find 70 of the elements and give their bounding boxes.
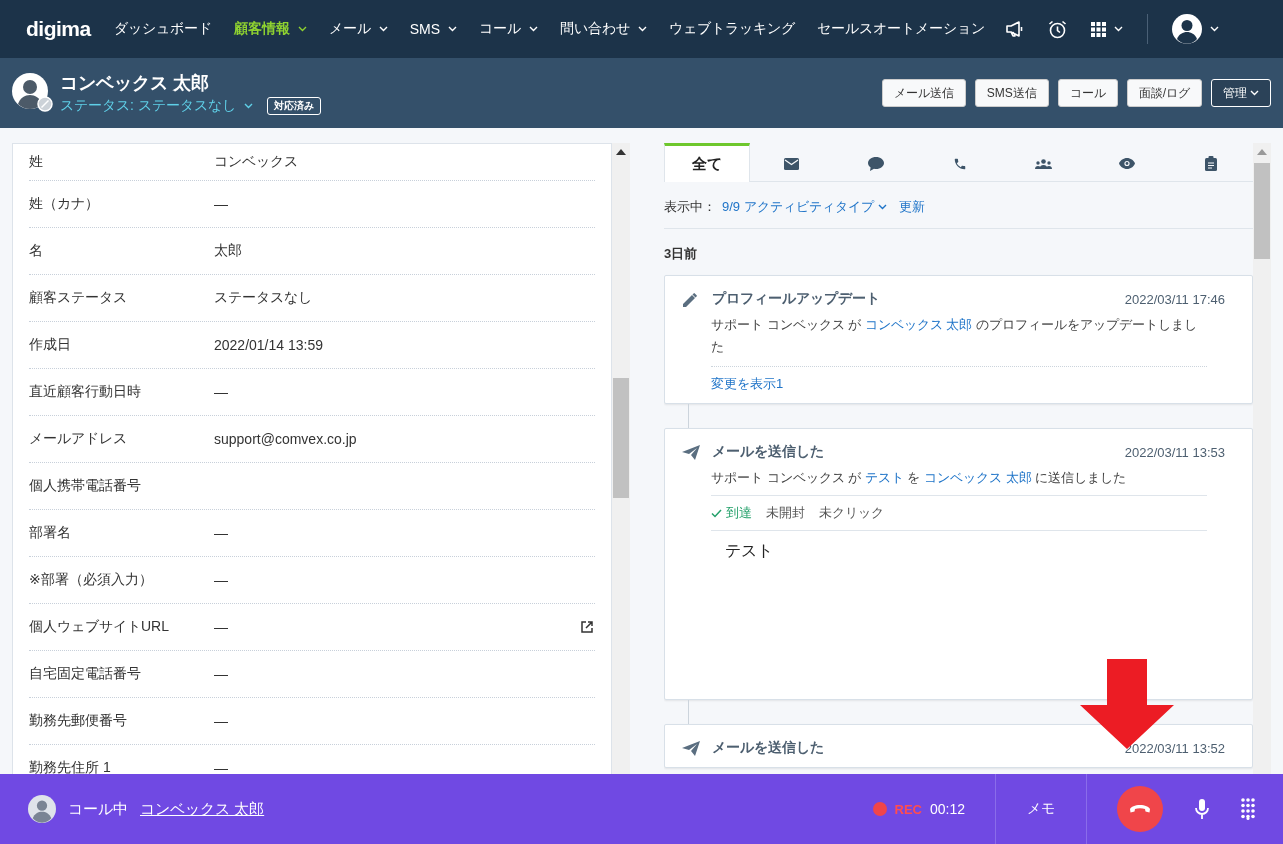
activity-date: 2022/03/11 13:52: [1124, 740, 1225, 756]
activity-title: メールを送信した: [712, 443, 824, 461]
action-button[interactable]: 面談/ログ: [1126, 79, 1202, 107]
field-label: 姓（カナ）: [29, 195, 100, 213]
field-value: —: [214, 384, 228, 400]
field-value: コンベックス: [214, 153, 298, 171]
action-button[interactable]: SMS送信: [974, 79, 1049, 107]
field-label: 作成日: [29, 336, 72, 354]
text-link[interactable]: テスト: [864, 470, 904, 485]
field-label: ※部署（必須入力）: [29, 571, 154, 589]
field-value: 2022/01/14 13:59: [214, 337, 323, 353]
memo-button[interactable]: メモ: [995, 774, 1087, 844]
field-label: 名: [29, 242, 44, 260]
field-value: support@comvex.co.jp: [214, 431, 357, 447]
activity-tab[interactable]: 全て: [664, 143, 750, 182]
contact-name: コンベックス 太郎: [60, 72, 210, 95]
date-group-heading: 3日前: [664, 245, 699, 263]
field-label: メールアドレス: [29, 430, 128, 448]
activity-title: メールを送信した: [712, 739, 824, 757]
refresh-link[interactable]: 更新: [898, 198, 925, 216]
show-changes-link[interactable]: 変更を表示1: [711, 375, 784, 393]
action-button[interactable]: コール: [1057, 79, 1118, 107]
field-label: 勤務先郵便番号: [29, 712, 128, 730]
activity-description: サポート コンベックス が テスト を コンベックス 太郎 に送信しました: [711, 469, 1128, 487]
status-dropdown[interactable]: ステータス: ステータスなし: [60, 97, 253, 115]
field-value: —: [214, 713, 228, 729]
call-timer: 00:12: [929, 801, 965, 817]
field-label: 部署名: [29, 524, 72, 542]
call-status: コール中: [68, 799, 128, 819]
activity-date: 2022/03/11 13:53: [1124, 444, 1225, 460]
nav-item[interactable]: 問い合わせ: [549, 0, 659, 58]
text-link[interactable]: コンベックス 太郎: [864, 317, 973, 332]
field-value: 太郎: [214, 242, 242, 260]
field-value: —: [214, 572, 228, 588]
action-button[interactable]: 管理: [1211, 79, 1271, 107]
nav-item[interactable]: ウェブトラッキング: [658, 0, 807, 58]
field-label: 個人携帯電話番号: [29, 477, 142, 495]
delivery-status: 未開封: [766, 504, 805, 522]
nav-item[interactable]: メール: [317, 0, 399, 58]
mail-body: テスト: [724, 541, 774, 561]
nav-item[interactable]: 顧客情報: [222, 0, 318, 58]
field-value: —: [214, 525, 228, 541]
field-label: 勤務先住所 1: [29, 759, 112, 774]
filter-label: 表示中：: [664, 198, 716, 216]
field-label: 直近顧客行動日時: [29, 383, 142, 401]
field-label: 顧客ステータス: [29, 289, 128, 307]
activity-title: プロフィールアップデート: [712, 290, 880, 308]
text-link[interactable]: コンベックス 太郎: [924, 470, 1032, 485]
status-tag: 対応済み: [266, 97, 321, 115]
field-label: 個人ウェブサイトURL: [29, 618, 170, 636]
caller-name-link[interactable]: コンベックス 太郎: [140, 799, 265, 819]
nav-item[interactable]: ダッシュボード: [102, 0, 223, 58]
field-value: —: [214, 619, 228, 635]
delivery-status: 未クリック: [819, 504, 884, 522]
nav-item[interactable]: SMS: [398, 0, 469, 58]
delivery-status: 到達: [711, 504, 752, 522]
rec-label: REC: [894, 801, 922, 817]
field-value: —: [214, 760, 228, 774]
field-value: —: [214, 666, 228, 682]
action-button[interactable]: メール送信: [881, 79, 966, 107]
activity-type-dropdown[interactable]: 9/9 アクティビティタイプ: [722, 198, 887, 216]
field-label: 姓: [29, 153, 44, 171]
activity-date: 2022/03/11 17:46: [1124, 291, 1225, 307]
field-value: —: [214, 196, 228, 212]
nav-item[interactable]: セールスオートメーション: [806, 0, 997, 58]
logo[interactable]: digima: [26, 17, 91, 41]
field-label: 自宅固定電話番号: [29, 665, 142, 683]
activity-description: サポート コンベックス が コンベックス 太郎 のプロフィールをアップデートしました: [711, 316, 1199, 356]
field-value: ステータスなし: [214, 289, 312, 307]
nav-item[interactable]: コール: [468, 0, 550, 58]
